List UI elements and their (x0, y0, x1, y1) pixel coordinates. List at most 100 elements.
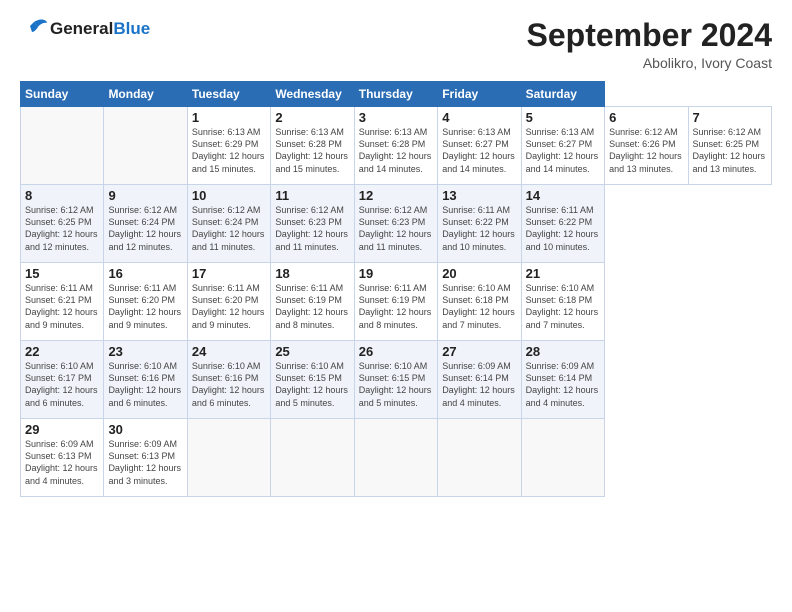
calendar-cell: 10Sunrise: 6:12 AMSunset: 6:24 PMDayligh… (187, 185, 270, 263)
calendar-cell: 18Sunrise: 6:11 AMSunset: 6:19 PMDayligh… (271, 263, 354, 341)
logo-bird-icon (20, 18, 48, 40)
day-info: Sunrise: 6:11 AMSunset: 6:20 PMDaylight:… (192, 282, 266, 331)
day-number: 24 (192, 344, 266, 359)
day-info: Sunrise: 6:13 AMSunset: 6:27 PMDaylight:… (442, 126, 516, 175)
day-info: Sunrise: 6:09 AMSunset: 6:14 PMDaylight:… (442, 360, 516, 409)
col-friday: Friday (438, 82, 521, 107)
calendar-cell: 20Sunrise: 6:10 AMSunset: 6:18 PMDayligh… (438, 263, 521, 341)
calendar-cell: 1Sunrise: 6:13 AMSunset: 6:29 PMDaylight… (187, 107, 270, 185)
day-info: Sunrise: 6:10 AMSunset: 6:17 PMDaylight:… (25, 360, 99, 409)
calendar-cell: 15Sunrise: 6:11 AMSunset: 6:21 PMDayligh… (21, 263, 104, 341)
calendar-cell (21, 107, 104, 185)
calendar-cell: 3Sunrise: 6:13 AMSunset: 6:28 PMDaylight… (354, 107, 437, 185)
calendar-header-row: Sunday Monday Tuesday Wednesday Thursday… (21, 82, 772, 107)
day-info: Sunrise: 6:11 AMSunset: 6:22 PMDaylight:… (526, 204, 600, 253)
day-info: Sunrise: 6:13 AMSunset: 6:28 PMDaylight:… (359, 126, 433, 175)
day-number: 9 (108, 188, 182, 203)
day-number: 15 (25, 266, 99, 281)
day-number: 30 (108, 422, 182, 437)
calendar-cell: 9Sunrise: 6:12 AMSunset: 6:24 PMDaylight… (104, 185, 187, 263)
col-monday: Monday (104, 82, 187, 107)
calendar-cell: 8Sunrise: 6:12 AMSunset: 6:25 PMDaylight… (21, 185, 104, 263)
calendar-week-row: 22Sunrise: 6:10 AMSunset: 6:17 PMDayligh… (21, 341, 772, 419)
logo-text: GeneralBlue (50, 19, 150, 39)
day-number: 28 (526, 344, 600, 359)
day-number: 6 (609, 110, 683, 125)
calendar-cell: 26Sunrise: 6:10 AMSunset: 6:15 PMDayligh… (354, 341, 437, 419)
day-number: 7 (693, 110, 768, 125)
day-info: Sunrise: 6:12 AMSunset: 6:26 PMDaylight:… (609, 126, 683, 175)
calendar-week-row: 8Sunrise: 6:12 AMSunset: 6:25 PMDaylight… (21, 185, 772, 263)
logo: GeneralBlue (20, 18, 150, 40)
day-info: Sunrise: 6:10 AMSunset: 6:16 PMDaylight:… (192, 360, 266, 409)
day-number: 4 (442, 110, 516, 125)
calendar-cell (354, 419, 437, 497)
day-number: 19 (359, 266, 433, 281)
day-info: Sunrise: 6:10 AMSunset: 6:16 PMDaylight:… (108, 360, 182, 409)
title-block: September 2024 Abolikro, Ivory Coast (527, 18, 772, 71)
day-info: Sunrise: 6:12 AMSunset: 6:23 PMDaylight:… (275, 204, 349, 253)
month-title: September 2024 (527, 18, 772, 53)
calendar-week-row: 15Sunrise: 6:11 AMSunset: 6:21 PMDayligh… (21, 263, 772, 341)
day-number: 1 (192, 110, 266, 125)
location-title: Abolikro, Ivory Coast (527, 55, 772, 71)
day-number: 5 (526, 110, 600, 125)
calendar-week-row: 1Sunrise: 6:13 AMSunset: 6:29 PMDaylight… (21, 107, 772, 185)
col-thursday: Thursday (354, 82, 437, 107)
day-number: 29 (25, 422, 99, 437)
calendar-cell: 16Sunrise: 6:11 AMSunset: 6:20 PMDayligh… (104, 263, 187, 341)
calendar-cell: 24Sunrise: 6:10 AMSunset: 6:16 PMDayligh… (187, 341, 270, 419)
day-number: 18 (275, 266, 349, 281)
day-info: Sunrise: 6:10 AMSunset: 6:15 PMDaylight:… (359, 360, 433, 409)
calendar-cell: 11Sunrise: 6:12 AMSunset: 6:23 PMDayligh… (271, 185, 354, 263)
day-info: Sunrise: 6:12 AMSunset: 6:24 PMDaylight:… (192, 204, 266, 253)
day-number: 8 (25, 188, 99, 203)
calendar-cell (438, 419, 521, 497)
day-info: Sunrise: 6:10 AMSunset: 6:18 PMDaylight:… (526, 282, 600, 331)
calendar-cell (271, 419, 354, 497)
calendar-cell: 2Sunrise: 6:13 AMSunset: 6:28 PMDaylight… (271, 107, 354, 185)
day-info: Sunrise: 6:11 AMSunset: 6:19 PMDaylight:… (275, 282, 349, 331)
day-info: Sunrise: 6:10 AMSunset: 6:18 PMDaylight:… (442, 282, 516, 331)
day-info: Sunrise: 6:13 AMSunset: 6:27 PMDaylight:… (526, 126, 600, 175)
day-info: Sunrise: 6:12 AMSunset: 6:23 PMDaylight:… (359, 204, 433, 253)
day-info: Sunrise: 6:11 AMSunset: 6:21 PMDaylight:… (25, 282, 99, 331)
day-number: 2 (275, 110, 349, 125)
day-number: 26 (359, 344, 433, 359)
day-info: Sunrise: 6:09 AMSunset: 6:13 PMDaylight:… (25, 438, 99, 487)
day-number: 23 (108, 344, 182, 359)
calendar-cell: 13Sunrise: 6:11 AMSunset: 6:22 PMDayligh… (438, 185, 521, 263)
day-number: 20 (442, 266, 516, 281)
calendar-cell (187, 419, 270, 497)
calendar-cell (521, 419, 604, 497)
day-info: Sunrise: 6:12 AMSunset: 6:25 PMDaylight:… (693, 126, 768, 175)
day-info: Sunrise: 6:09 AMSunset: 6:13 PMDaylight:… (108, 438, 182, 487)
day-info: Sunrise: 6:13 AMSunset: 6:28 PMDaylight:… (275, 126, 349, 175)
calendar-cell: 21Sunrise: 6:10 AMSunset: 6:18 PMDayligh… (521, 263, 604, 341)
day-info: Sunrise: 6:12 AMSunset: 6:25 PMDaylight:… (25, 204, 99, 253)
calendar-cell: 19Sunrise: 6:11 AMSunset: 6:19 PMDayligh… (354, 263, 437, 341)
calendar-cell: 12Sunrise: 6:12 AMSunset: 6:23 PMDayligh… (354, 185, 437, 263)
calendar-cell: 23Sunrise: 6:10 AMSunset: 6:16 PMDayligh… (104, 341, 187, 419)
day-number: 25 (275, 344, 349, 359)
page: GeneralBlue September 2024 Abolikro, Ivo… (0, 0, 792, 612)
day-info: Sunrise: 6:11 AMSunset: 6:19 PMDaylight:… (359, 282, 433, 331)
calendar-cell: 4Sunrise: 6:13 AMSunset: 6:27 PMDaylight… (438, 107, 521, 185)
calendar-cell: 5Sunrise: 6:13 AMSunset: 6:27 PMDaylight… (521, 107, 604, 185)
day-number: 10 (192, 188, 266, 203)
calendar-cell (104, 107, 187, 185)
col-wednesday: Wednesday (271, 82, 354, 107)
day-info: Sunrise: 6:11 AMSunset: 6:22 PMDaylight:… (442, 204, 516, 253)
day-number: 21 (526, 266, 600, 281)
day-number: 27 (442, 344, 516, 359)
day-info: Sunrise: 6:13 AMSunset: 6:29 PMDaylight:… (192, 126, 266, 175)
calendar-cell: 30Sunrise: 6:09 AMSunset: 6:13 PMDayligh… (104, 419, 187, 497)
day-number: 11 (275, 188, 349, 203)
day-info: Sunrise: 6:12 AMSunset: 6:24 PMDaylight:… (108, 204, 182, 253)
day-number: 22 (25, 344, 99, 359)
col-saturday: Saturday (521, 82, 604, 107)
day-number: 12 (359, 188, 433, 203)
day-info: Sunrise: 6:09 AMSunset: 6:14 PMDaylight:… (526, 360, 600, 409)
day-info: Sunrise: 6:11 AMSunset: 6:20 PMDaylight:… (108, 282, 182, 331)
calendar-cell: 14Sunrise: 6:11 AMSunset: 6:22 PMDayligh… (521, 185, 604, 263)
